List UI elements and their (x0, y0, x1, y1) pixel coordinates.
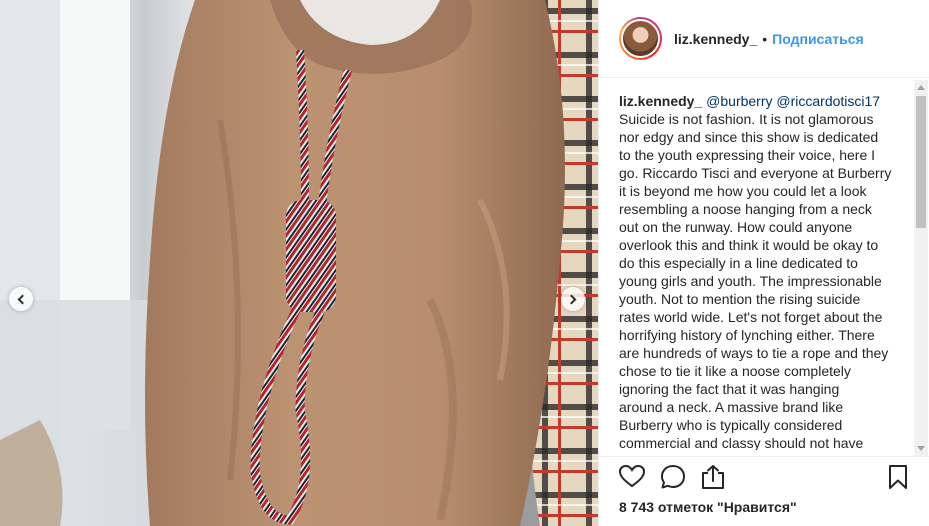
likes-count[interactable]: 8 743 отметок "Нравится" (619, 499, 797, 515)
header-separator: • (762, 30, 768, 47)
avatar[interactable] (619, 17, 662, 60)
mention-riccardotisci17[interactable]: @riccardotisci17 (776, 93, 880, 109)
share-icon[interactable] (699, 463, 727, 491)
scrollbar-thumb[interactable] (916, 96, 926, 228)
caption: liz.kennedy_ @burberry @riccardotisci17 … (619, 92, 911, 450)
caption-text: Suicide is not fashion. It is not glamor… (619, 111, 892, 450)
caption-scrollbar[interactable] (914, 80, 928, 456)
carousel-prev-button[interactable] (9, 287, 33, 311)
mention-burberry[interactable]: @burberry (706, 93, 772, 109)
heart-icon[interactable] (618, 463, 646, 491)
header-username[interactable]: liz.kennedy_ (674, 31, 757, 47)
bookmark-icon[interactable] (884, 463, 912, 491)
post-actions (599, 456, 929, 496)
caption-username[interactable]: liz.kennedy_ (619, 93, 702, 109)
post-header: liz.kennedy_ • Подписаться (599, 0, 929, 78)
scroll-up-arrow-icon[interactable] (917, 85, 925, 90)
comment-icon[interactable] (659, 463, 687, 491)
post-side-panel: liz.kennedy_ • Подписаться liz.kennedy_ … (598, 0, 929, 526)
carousel-next-button[interactable] (561, 287, 585, 311)
hoodie-photo (0, 0, 598, 526)
avatar-image (621, 19, 660, 58)
scroll-down-arrow-icon[interactable] (917, 446, 925, 451)
chevron-left-icon (17, 294, 28, 304)
post-photo (0, 0, 598, 526)
chevron-right-icon (566, 294, 577, 304)
caption-container: liz.kennedy_ @burberry @riccardotisci17 … (619, 92, 911, 450)
follow-button[interactable]: Подписаться (772, 31, 864, 47)
